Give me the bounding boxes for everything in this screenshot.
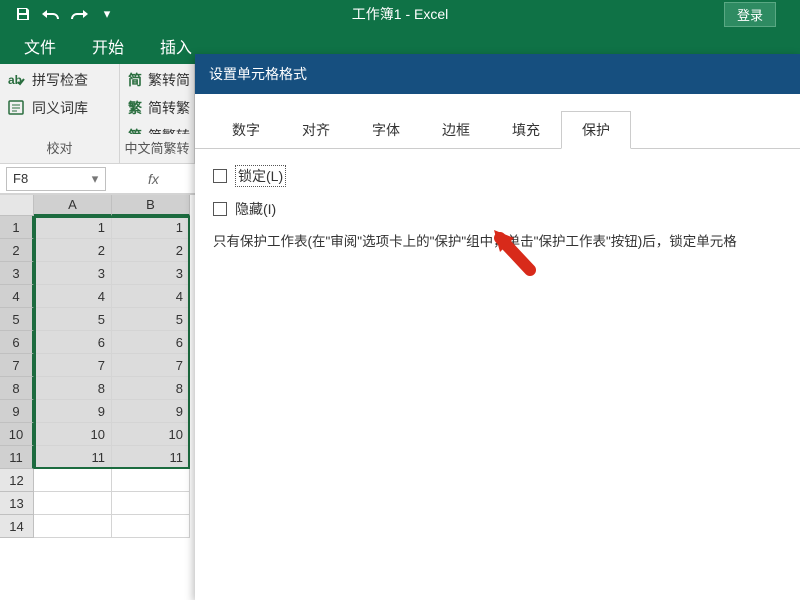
- login-button[interactable]: 登录: [724, 2, 776, 27]
- cell[interactable]: 9: [112, 400, 190, 423]
- row-header[interactable]: 11: [0, 446, 34, 469]
- checkbox-lock-label: 锁定(L): [235, 165, 286, 187]
- row-header[interactable]: 4: [0, 285, 34, 308]
- dialog-body: 锁定(L) 隐藏(I) 只有保护工作表(在"审阅"选项卡上的"保护"组中，单击"…: [195, 149, 800, 269]
- row-header[interactable]: 10: [0, 423, 34, 446]
- select-all-corner[interactable]: [0, 195, 34, 216]
- cell[interactable]: 3: [34, 262, 112, 285]
- fx-icon[interactable]: fx: [148, 171, 159, 187]
- tab-fill[interactable]: 填充: [491, 111, 561, 149]
- tab-font[interactable]: 字体: [351, 111, 421, 149]
- group-chinese-conversion: 简繁转简 繁简转繁 简简繁转 中文简繁转: [120, 64, 195, 163]
- cell[interactable]: [34, 492, 112, 515]
- thesaurus-icon: [8, 100, 26, 116]
- conv-glyph-icon: 简: [126, 126, 144, 134]
- row-header[interactable]: 2: [0, 239, 34, 262]
- cell[interactable]: 10: [34, 423, 112, 446]
- name-box[interactable]: F8 ▾: [6, 167, 106, 191]
- cell[interactable]: 1: [112, 216, 190, 239]
- cell[interactable]: 8: [34, 377, 112, 400]
- cmd-spellcheck[interactable]: ab 拼写检查: [8, 70, 111, 90]
- row-header[interactable]: 6: [0, 331, 34, 354]
- dialog-tabs: 数字 对齐 字体 边框 填充 保护: [195, 94, 800, 149]
- cell[interactable]: [34, 469, 112, 492]
- cell[interactable]: 9: [34, 400, 112, 423]
- simp-glyph-icon: 简: [126, 70, 144, 90]
- row-header[interactable]: 1: [0, 216, 34, 239]
- checkbox-hide[interactable]: 隐藏(I): [213, 199, 782, 219]
- save-icon[interactable]: [12, 3, 34, 25]
- cell[interactable]: 1: [34, 216, 112, 239]
- cmd-simp-trad[interactable]: 简简繁转: [126, 126, 190, 134]
- trad-glyph-icon: 繁: [126, 98, 144, 118]
- cell[interactable]: [34, 515, 112, 538]
- undo-icon[interactable]: [40, 3, 62, 25]
- window-title: 工作簿1 - Excel: [0, 4, 800, 24]
- group-proofing-label: 校对: [0, 134, 119, 163]
- tab-protect[interactable]: 保护: [561, 111, 631, 149]
- row-header[interactable]: 5: [0, 308, 34, 331]
- quick-access-toolbar: ▾: [0, 3, 118, 25]
- cmd-spellcheck-label: 拼写检查: [32, 70, 88, 90]
- cmd-trad-to-simp[interactable]: 简繁转简: [126, 70, 190, 90]
- cell[interactable]: 6: [112, 331, 190, 354]
- checkbox-hide-label: 隐藏(I): [235, 199, 276, 219]
- group-conv-label: 中文简繁转: [120, 134, 194, 163]
- qat-customize-icon[interactable]: ▾: [96, 3, 118, 25]
- checkbox-box-icon: [213, 202, 227, 216]
- cell[interactable]: [112, 469, 190, 492]
- cell[interactable]: 7: [34, 354, 112, 377]
- cell[interactable]: 5: [34, 308, 112, 331]
- cell[interactable]: [112, 515, 190, 538]
- cell[interactable]: 6: [34, 331, 112, 354]
- col-header-B[interactable]: B: [112, 195, 190, 216]
- cell[interactable]: 5: [112, 308, 190, 331]
- cell[interactable]: 7: [112, 354, 190, 377]
- cell[interactable]: 4: [112, 285, 190, 308]
- row-header[interactable]: 8: [0, 377, 34, 400]
- cell[interactable]: 3: [112, 262, 190, 285]
- cmd-thesaurus-label: 同义词库: [32, 98, 88, 118]
- checkbox-lock[interactable]: 锁定(L): [213, 165, 782, 187]
- cell[interactable]: 8: [112, 377, 190, 400]
- redo-icon[interactable]: [68, 3, 90, 25]
- cmd-simp-to-trad[interactable]: 繁简转繁: [126, 98, 190, 118]
- row-header[interactable]: 13: [0, 492, 34, 515]
- cell[interactable]: 4: [34, 285, 112, 308]
- tab-border[interactable]: 边框: [421, 111, 491, 149]
- chevron-down-icon[interactable]: ▾: [87, 168, 103, 190]
- tab-number[interactable]: 数字: [211, 111, 281, 149]
- row-header[interactable]: 9: [0, 400, 34, 423]
- format-cells-dialog: 设置单元格格式 数字 对齐 字体 边框 填充 保护 锁定(L) 隐藏(I) 只有…: [195, 54, 800, 600]
- group-proofing: ab 拼写检查 同义词库 校对: [0, 64, 120, 163]
- checkbox-box-icon: [213, 169, 227, 183]
- title-bar: ▾ 工作簿1 - Excel 登录: [0, 0, 800, 28]
- name-box-value: F8: [13, 171, 28, 186]
- row-header[interactable]: 7: [0, 354, 34, 377]
- cell[interactable]: 11: [34, 446, 112, 469]
- protection-note: 只有保护工作表(在"审阅"选项卡上的"保护"组中，单击"保护工作表"按钮)后，锁…: [213, 231, 782, 253]
- tab-home[interactable]: 开始: [74, 28, 142, 64]
- tab-align[interactable]: 对齐: [281, 111, 351, 149]
- cell[interactable]: 11: [112, 446, 190, 469]
- spellcheck-icon: ab: [8, 72, 26, 88]
- cell[interactable]: 2: [34, 239, 112, 262]
- col-header-A[interactable]: A: [34, 195, 112, 216]
- cmd-thesaurus[interactable]: 同义词库: [8, 98, 111, 118]
- row-header[interactable]: 3: [0, 262, 34, 285]
- cell[interactable]: [112, 492, 190, 515]
- cell[interactable]: 10: [112, 423, 190, 446]
- tab-file[interactable]: 文件: [6, 28, 74, 64]
- cell[interactable]: 2: [112, 239, 190, 262]
- dialog-title: 设置单元格格式: [195, 54, 800, 94]
- row-header[interactable]: 12: [0, 469, 34, 492]
- row-header[interactable]: 14: [0, 515, 34, 538]
